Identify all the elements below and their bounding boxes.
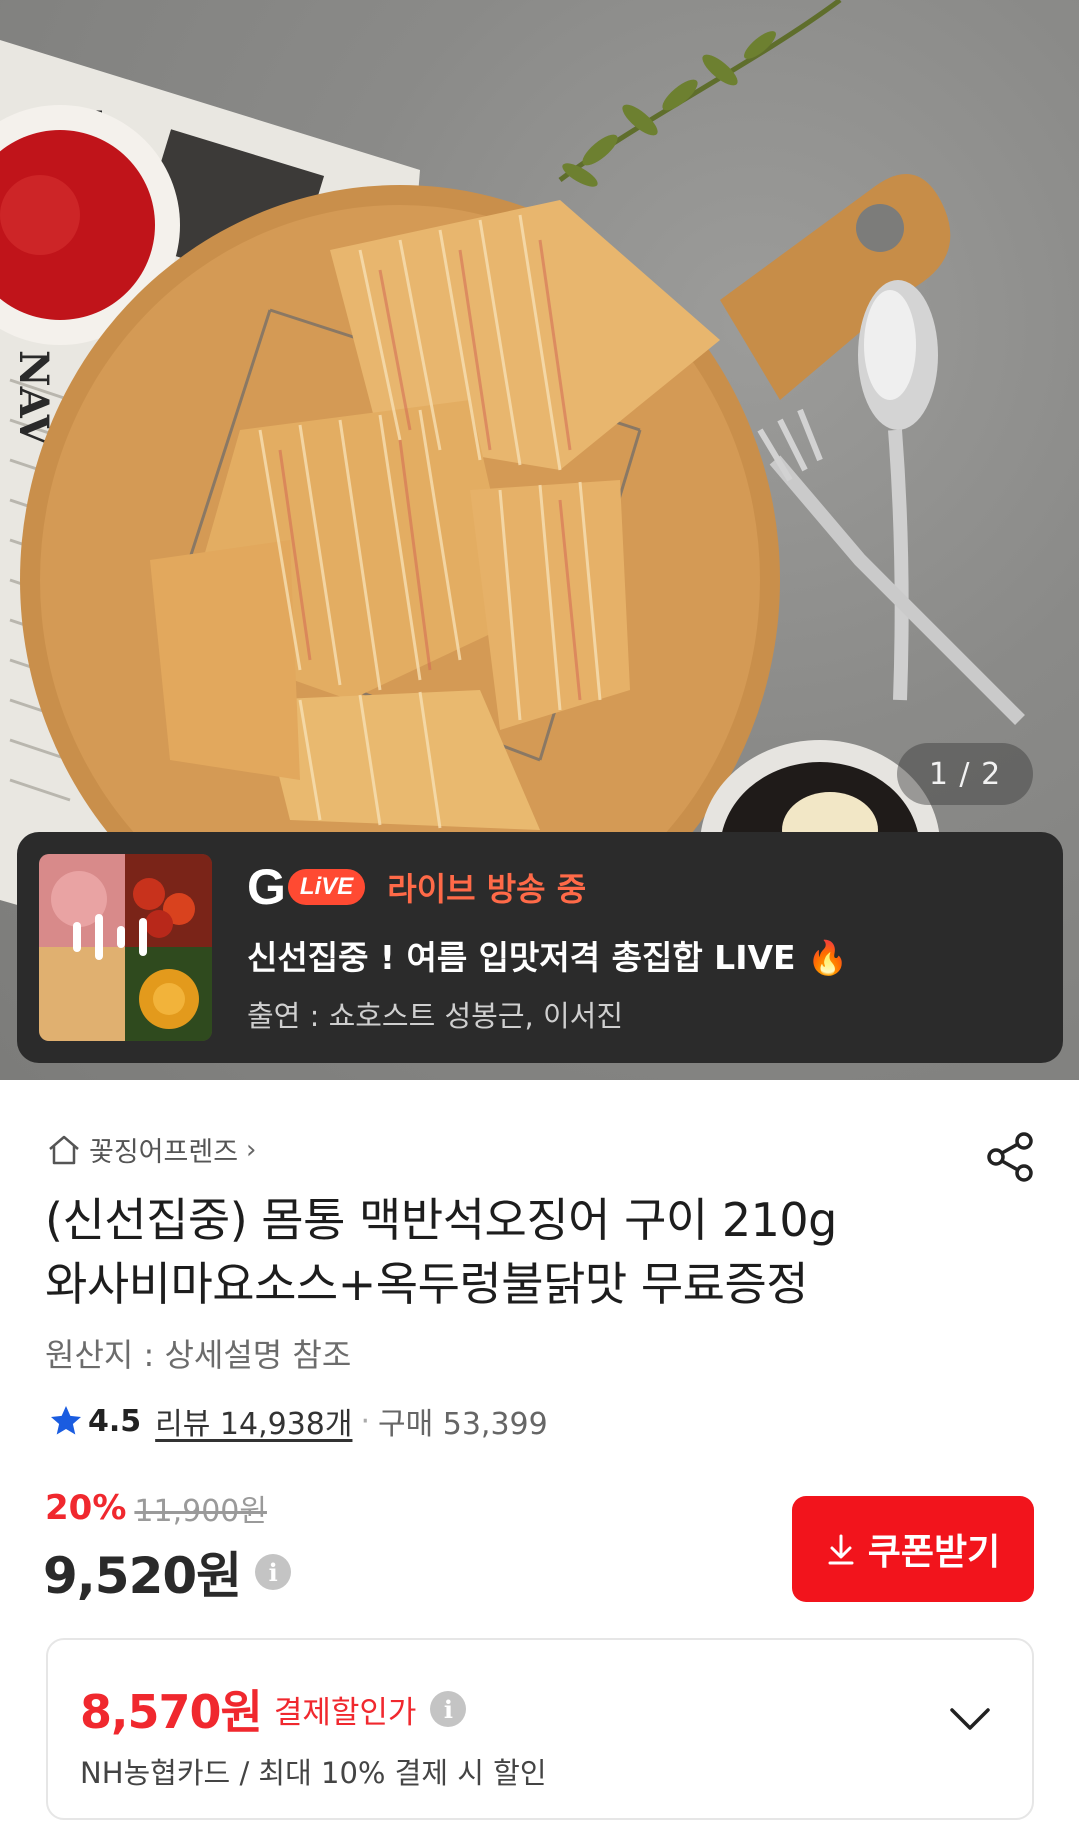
image-counter: 1 / 2 bbox=[897, 743, 1033, 805]
store-name: 꽃징어프렌즈 bbox=[89, 1137, 239, 1168]
live-bars-icon bbox=[73, 922, 81, 952]
purchase-count: 구매 53,399 bbox=[378, 1407, 548, 1442]
product-image[interactable]: TOF NAV bbox=[0, 0, 1079, 1080]
rating-row: 4.5 리뷰 14,938개 · 구매 53,399 bbox=[48, 1399, 548, 1443]
price-row: 9,520원 i bbox=[43, 1536, 292, 1608]
payment-discount-box[interactable]: 8,570원 결제할인가 i NH농협카드 / 최대 10% 결제 시 할인 bbox=[46, 1638, 1034, 1820]
reviews-link[interactable]: 리뷰 14,938개 bbox=[155, 1399, 352, 1443]
home-icon bbox=[49, 1135, 79, 1164]
info-icon[interactable]: i bbox=[430, 1691, 467, 1727]
rating-score: 4.5 bbox=[88, 1403, 142, 1439]
payment-label: 결제할인가 bbox=[273, 1694, 417, 1731]
g-logo: G bbox=[247, 858, 286, 915]
live-cast: 출연 : 쇼호스트 성봉근, 이서진 bbox=[247, 998, 624, 1033]
live-thumbnail bbox=[39, 854, 212, 1041]
payment-price: 8,570원 bbox=[80, 1685, 263, 1739]
live-badge: LiVE bbox=[287, 868, 366, 905]
store-link[interactable]: 꽃징어프렌즈 › bbox=[47, 1130, 256, 1169]
chevron-down-icon[interactable] bbox=[948, 1704, 992, 1734]
share-icon[interactable] bbox=[985, 1131, 1037, 1183]
live-broadcast-banner[interactable]: G LiVE 라이브 방송 중 신선집중 ! 여름 입맛저격 총집합 LIVE … bbox=[17, 832, 1063, 1063]
star-icon bbox=[51, 1406, 81, 1435]
product-title: (신선집중) 몸통 맥반석오징어 구이 210g 와사비마요소스+옥두렁불닭맛 … bbox=[45, 1193, 837, 1311]
info-icon[interactable]: i bbox=[255, 1554, 292, 1590]
coupon-button-label: 쿠폰받기 bbox=[867, 1532, 1001, 1573]
discount-rate: 20% bbox=[45, 1488, 127, 1528]
live-title: 신선집중 ! 여름 입맛저격 총집합 LIVE 🔥 bbox=[247, 937, 849, 977]
sale-price: 9,520원 bbox=[43, 1547, 242, 1605]
coupon-button[interactable]: 쿠폰받기 bbox=[792, 1496, 1034, 1602]
payment-card-info: NH농협카드 / 최대 10% 결제 시 할인 bbox=[80, 1756, 547, 1790]
original-price: 11,900원 bbox=[134, 1494, 267, 1529]
download-icon bbox=[828, 1534, 854, 1565]
fire-icon: 🔥 bbox=[807, 937, 849, 977]
discount-row: 20% 11,900원 bbox=[45, 1486, 267, 1530]
chevron-right-icon: › bbox=[246, 1134, 257, 1165]
live-status: 라이브 방송 중 bbox=[387, 869, 587, 908]
origin-info: 원산지 : 상세설명 참조 bbox=[45, 1336, 352, 1374]
separator-dot: · bbox=[360, 1403, 371, 1439]
